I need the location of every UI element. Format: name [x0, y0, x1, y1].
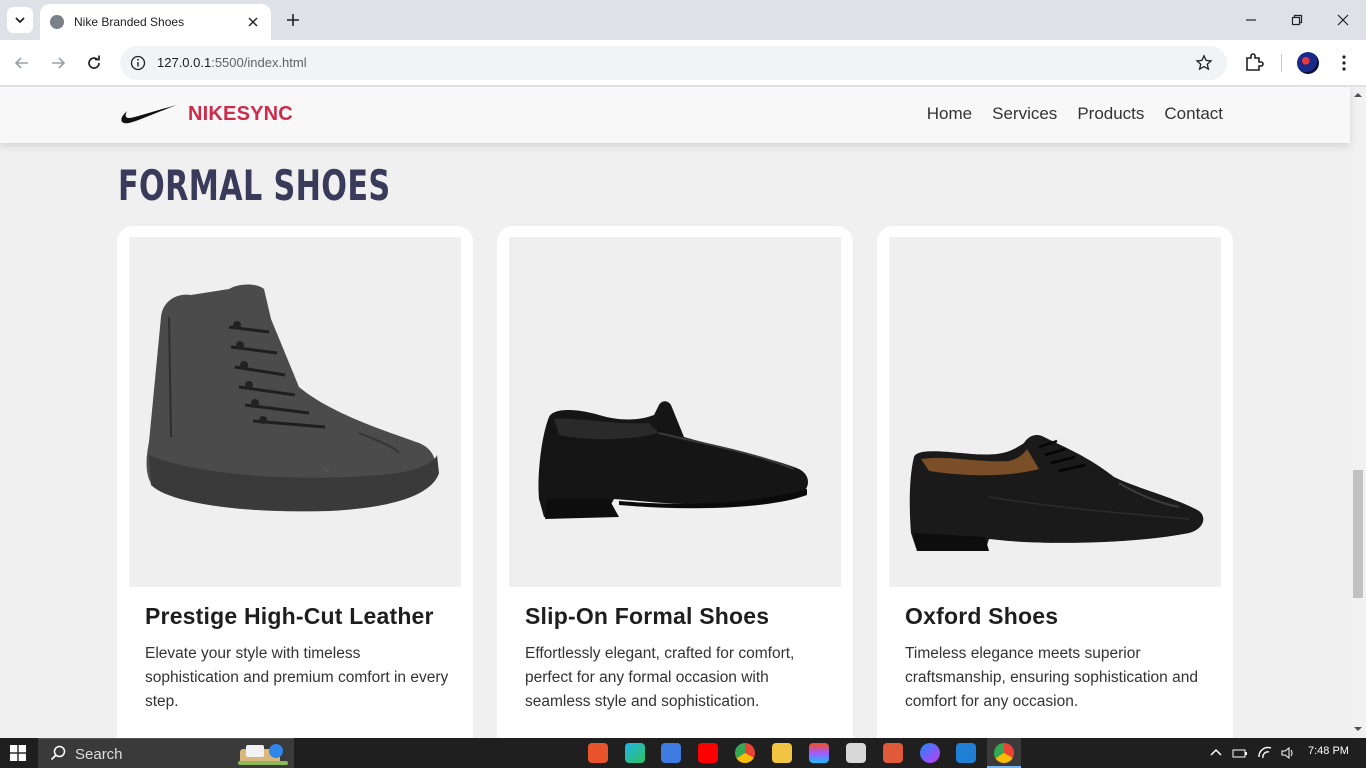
minimize-icon: [1246, 19, 1256, 21]
scroll-up-icon[interactable]: [1354, 91, 1362, 99]
chrome-app-icon: [994, 743, 1014, 763]
arrow-left-icon: [14, 57, 28, 69]
page-scrollbar[interactable]: [1350, 87, 1366, 738]
page-viewport: NIKESYNC Home Services Products Contact …: [0, 87, 1366, 738]
main-nav: Home Services Products Contact: [927, 104, 1223, 124]
chevron-up-icon[interactable]: [1208, 745, 1224, 761]
mail-app-icon[interactable]: [846, 743, 866, 763]
bookmark-star-icon[interactable]: [1195, 54, 1213, 72]
brand-name[interactable]: NIKESYNC: [188, 103, 293, 126]
active-chrome-window[interactable]: [987, 738, 1021, 768]
site-header: NIKESYNC Home Services Products Contact: [0, 87, 1350, 143]
nav-home[interactable]: Home: [927, 104, 972, 124]
messenger-app-icon[interactable]: [920, 743, 940, 763]
camera-app-icon[interactable]: [883, 743, 903, 763]
chrome-app-icon[interactable]: [735, 743, 755, 763]
nav-services[interactable]: Services: [992, 104, 1057, 124]
scrollbar-thumb[interactable]: [1353, 470, 1363, 598]
nav-products[interactable]: Products: [1077, 104, 1144, 124]
close-icon: [1337, 14, 1349, 26]
volume-icon[interactable]: [1280, 745, 1296, 761]
store-app-icon[interactable]: [661, 743, 681, 763]
close-window-button[interactable]: [1320, 0, 1366, 40]
high-top-boot-image: [146, 284, 439, 512]
battery-icon[interactable]: [1232, 745, 1248, 761]
more-vertical-icon: [1342, 55, 1346, 71]
nike-swoosh-logo[interactable]: [120, 103, 178, 127]
product-image: [889, 237, 1221, 587]
figma-app-icon[interactable]: [809, 743, 829, 763]
search-highlight-illustration: [238, 744, 288, 765]
tab-search-button[interactable]: [7, 7, 33, 33]
product-title: Slip-On Formal Shoes: [525, 603, 770, 629]
taskbar-search[interactable]: Search: [38, 738, 294, 768]
section-title: FORMAL SHOES: [118, 161, 391, 210]
product-title: Oxford Shoes: [905, 603, 1059, 629]
windows-start-icon[interactable]: [10, 745, 26, 761]
nav-contact[interactable]: Contact: [1164, 104, 1223, 124]
edge-app-icon[interactable]: [625, 743, 645, 763]
url-host: 127.0.0.1: [157, 55, 212, 70]
brave-app-icon[interactable]: [588, 743, 608, 763]
product-card[interactable]: Oxford Shoes Timeless elegance meets sup…: [877, 226, 1233, 738]
browser-tab[interactable]: Nike Branded Shoes: [40, 4, 271, 40]
tab-title: Nike Branded Shoes: [74, 15, 185, 29]
restore-icon: [1291, 14, 1303, 26]
product-description: Elevate your style with timeless sophist…: [145, 645, 449, 710]
product-description: Effortlessly elegant, crafted for comfor…: [525, 645, 795, 710]
youtube-app-icon[interactable]: [698, 743, 718, 763]
product-image: [509, 237, 841, 587]
reload-button[interactable]: [82, 51, 106, 75]
reload-icon: [88, 55, 100, 69]
browser-menu-button[interactable]: [1334, 52, 1354, 74]
url-text[interactable]: 127.0.0.1:5500/index.html: [157, 55, 307, 70]
search-label: Search: [75, 746, 123, 763]
product-title: Prestige High-Cut Leather: [145, 603, 434, 629]
loafer-image: [538, 401, 808, 519]
new-tab-button[interactable]: [281, 8, 305, 32]
browser-tabbar: Nike Branded Shoes: [0, 0, 1366, 40]
product-image: [129, 237, 461, 587]
close-icon: [248, 17, 258, 27]
minimize-button[interactable]: [1228, 0, 1274, 40]
file-explorer-icon[interactable]: [772, 743, 792, 763]
browser-toolbar: 127.0.0.1:5500/index.html: [0, 40, 1366, 86]
info-icon[interactable]: [130, 55, 146, 71]
oxford-image: [909, 435, 1204, 551]
back-button[interactable]: [10, 51, 34, 75]
globe-icon: [50, 15, 64, 29]
forward-button[interactable]: [46, 51, 70, 75]
plus-icon: [287, 14, 299, 26]
wifi-icon[interactable]: [1257, 745, 1273, 761]
extensions-icon[interactable]: [1243, 51, 1265, 73]
restore-button[interactable]: [1274, 0, 1320, 40]
taskbar-clock[interactable]: 7:48 PM: [1308, 745, 1349, 757]
taskbar: Search 7:48 PM: [0, 738, 1366, 768]
chevron-down-icon: [15, 17, 25, 24]
product-card[interactable]: Slip-On Formal Shoes Effortlessly elegan…: [497, 226, 853, 738]
profile-avatar[interactable]: [1297, 52, 1319, 74]
product-description: Timeless elegance meets superior craftsm…: [905, 645, 1198, 710]
address-bar[interactable]: 127.0.0.1:5500/index.html: [120, 46, 1227, 80]
vscode-app-icon[interactable]: [956, 743, 976, 763]
close-tab-button[interactable]: [245, 14, 261, 30]
search-icon: [50, 745, 66, 761]
toolbar-separator: [1281, 54, 1282, 72]
scroll-down-icon[interactable]: [1354, 725, 1362, 733]
url-path: :5500/index.html: [211, 55, 307, 70]
product-card[interactable]: Prestige High-Cut Leather Elevate your s…: [117, 226, 473, 738]
arrow-right-icon: [52, 57, 66, 69]
